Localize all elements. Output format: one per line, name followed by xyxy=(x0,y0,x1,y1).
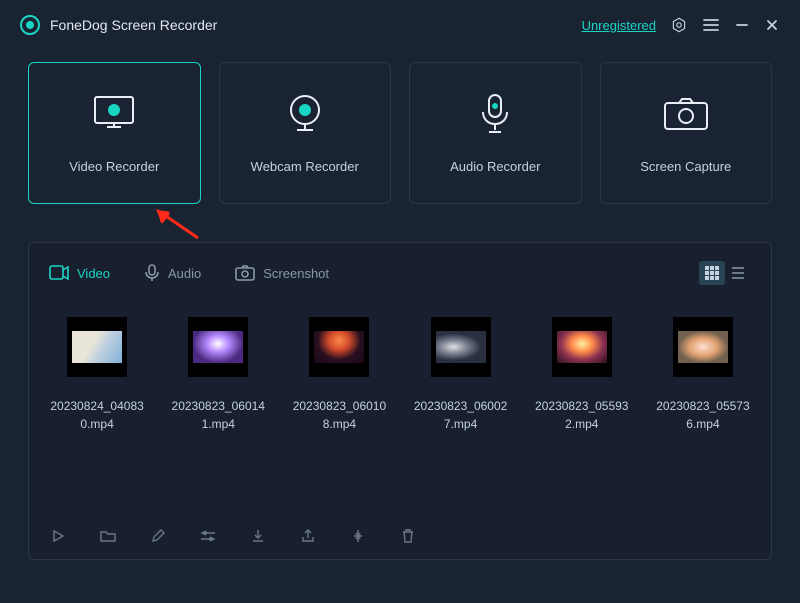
thumbnail-frame xyxy=(67,317,127,377)
file-name: 20230823_060108.mp4 xyxy=(291,397,387,433)
thumbnail-icon xyxy=(314,331,364,363)
video-recorder-icon xyxy=(85,93,143,135)
view-toggle xyxy=(699,261,751,285)
mode-label: Audio Recorder xyxy=(450,159,540,174)
tab-label: Video xyxy=(77,266,110,281)
file-item[interactable]: 20230823_055932.mp4 xyxy=(534,317,630,516)
tab-video[interactable]: Video xyxy=(49,265,110,281)
thumbnail-icon xyxy=(557,331,607,363)
file-name: 20230823_055736.mp4 xyxy=(655,397,751,433)
file-panel: Video Audio Screenshot xyxy=(28,242,772,560)
file-name: 20230823_055932.mp4 xyxy=(534,397,630,433)
titlebar-right: Unregistered xyxy=(582,16,780,34)
screen-capture-icon xyxy=(661,93,711,135)
folder-icon[interactable] xyxy=(99,527,117,545)
share-icon[interactable] xyxy=(299,527,317,545)
play-icon[interactable] xyxy=(49,527,67,545)
video-tab-icon xyxy=(49,265,69,281)
thumbnail-frame xyxy=(431,317,491,377)
download-icon[interactable] xyxy=(249,527,267,545)
tab-label: Screenshot xyxy=(263,266,329,281)
grid-view-icon xyxy=(704,265,720,281)
settings-sliders-icon[interactable] xyxy=(199,527,217,545)
screenshot-tab-icon xyxy=(235,265,255,281)
thumbnail-frame xyxy=(552,317,612,377)
minimize-button[interactable] xyxy=(734,17,750,33)
mode-card-screen-capture[interactable]: Screen Capture xyxy=(600,62,773,204)
annotation-arrow-icon xyxy=(152,208,202,242)
menu-icon[interactable] xyxy=(702,16,720,34)
list-view-button[interactable] xyxy=(725,261,751,285)
edit-icon[interactable] xyxy=(149,527,167,545)
tab-label: Audio xyxy=(168,266,201,281)
close-button[interactable] xyxy=(764,17,780,33)
file-item[interactable]: 20230824_040830.mp4 xyxy=(49,317,145,516)
mode-label: Webcam Recorder xyxy=(251,159,359,174)
mode-label: Screen Capture xyxy=(640,159,731,174)
audio-tab-icon xyxy=(144,264,160,282)
mode-label: Video Recorder xyxy=(69,159,159,174)
file-item[interactable]: 20230823_060141.mp4 xyxy=(170,317,266,516)
thumbnail-icon xyxy=(436,331,486,363)
app-logo-icon xyxy=(20,15,40,35)
cut-icon[interactable] xyxy=(349,527,367,545)
file-item[interactable]: 20230823_060027.mp4 xyxy=(413,317,509,516)
webcam-recorder-icon xyxy=(283,93,327,135)
thumbnail-frame xyxy=(309,317,369,377)
mode-card-video-recorder[interactable]: Video Recorder xyxy=(28,62,201,204)
grid-view-button[interactable] xyxy=(699,261,725,285)
trash-icon[interactable] xyxy=(399,527,417,545)
file-name: 20230823_060027.mp4 xyxy=(413,397,509,433)
thumbnail-frame xyxy=(188,317,248,377)
unregistered-link[interactable]: Unregistered xyxy=(582,18,656,33)
thumbnail-icon xyxy=(678,331,728,363)
settings-gear-icon[interactable] xyxy=(670,16,688,34)
tab-screenshot[interactable]: Screenshot xyxy=(235,265,329,281)
tab-audio[interactable]: Audio xyxy=(144,264,201,282)
mode-card-webcam-recorder[interactable]: Webcam Recorder xyxy=(219,62,392,204)
thumbnail-icon xyxy=(72,331,122,363)
file-thumbnail-grid: 20230824_040830.mp4 20230823_060141.mp4 … xyxy=(49,317,751,516)
file-tabs: Video Audio Screenshot xyxy=(49,261,751,285)
titlebar: FoneDog Screen Recorder Unregistered xyxy=(0,0,800,50)
file-item[interactable]: 20230823_060108.mp4 xyxy=(291,317,387,516)
file-name: 20230824_040830.mp4 xyxy=(49,397,145,433)
thumbnail-frame xyxy=(673,317,733,377)
mode-card-audio-recorder[interactable]: Audio Recorder xyxy=(409,62,582,204)
file-name: 20230823_060141.mp4 xyxy=(170,397,266,433)
thumbnail-icon xyxy=(193,331,243,363)
file-item[interactable]: 20230823_055736.mp4 xyxy=(655,317,751,516)
app-title: FoneDog Screen Recorder xyxy=(50,17,217,33)
bottom-toolbar xyxy=(49,516,751,545)
tabs-left: Video Audio Screenshot xyxy=(49,264,329,282)
titlebar-left: FoneDog Screen Recorder xyxy=(20,15,217,35)
list-view-icon xyxy=(730,265,746,281)
mode-cards-row: Video Recorder Webcam Recorder Audio Rec… xyxy=(0,50,800,204)
audio-recorder-icon xyxy=(477,93,513,135)
